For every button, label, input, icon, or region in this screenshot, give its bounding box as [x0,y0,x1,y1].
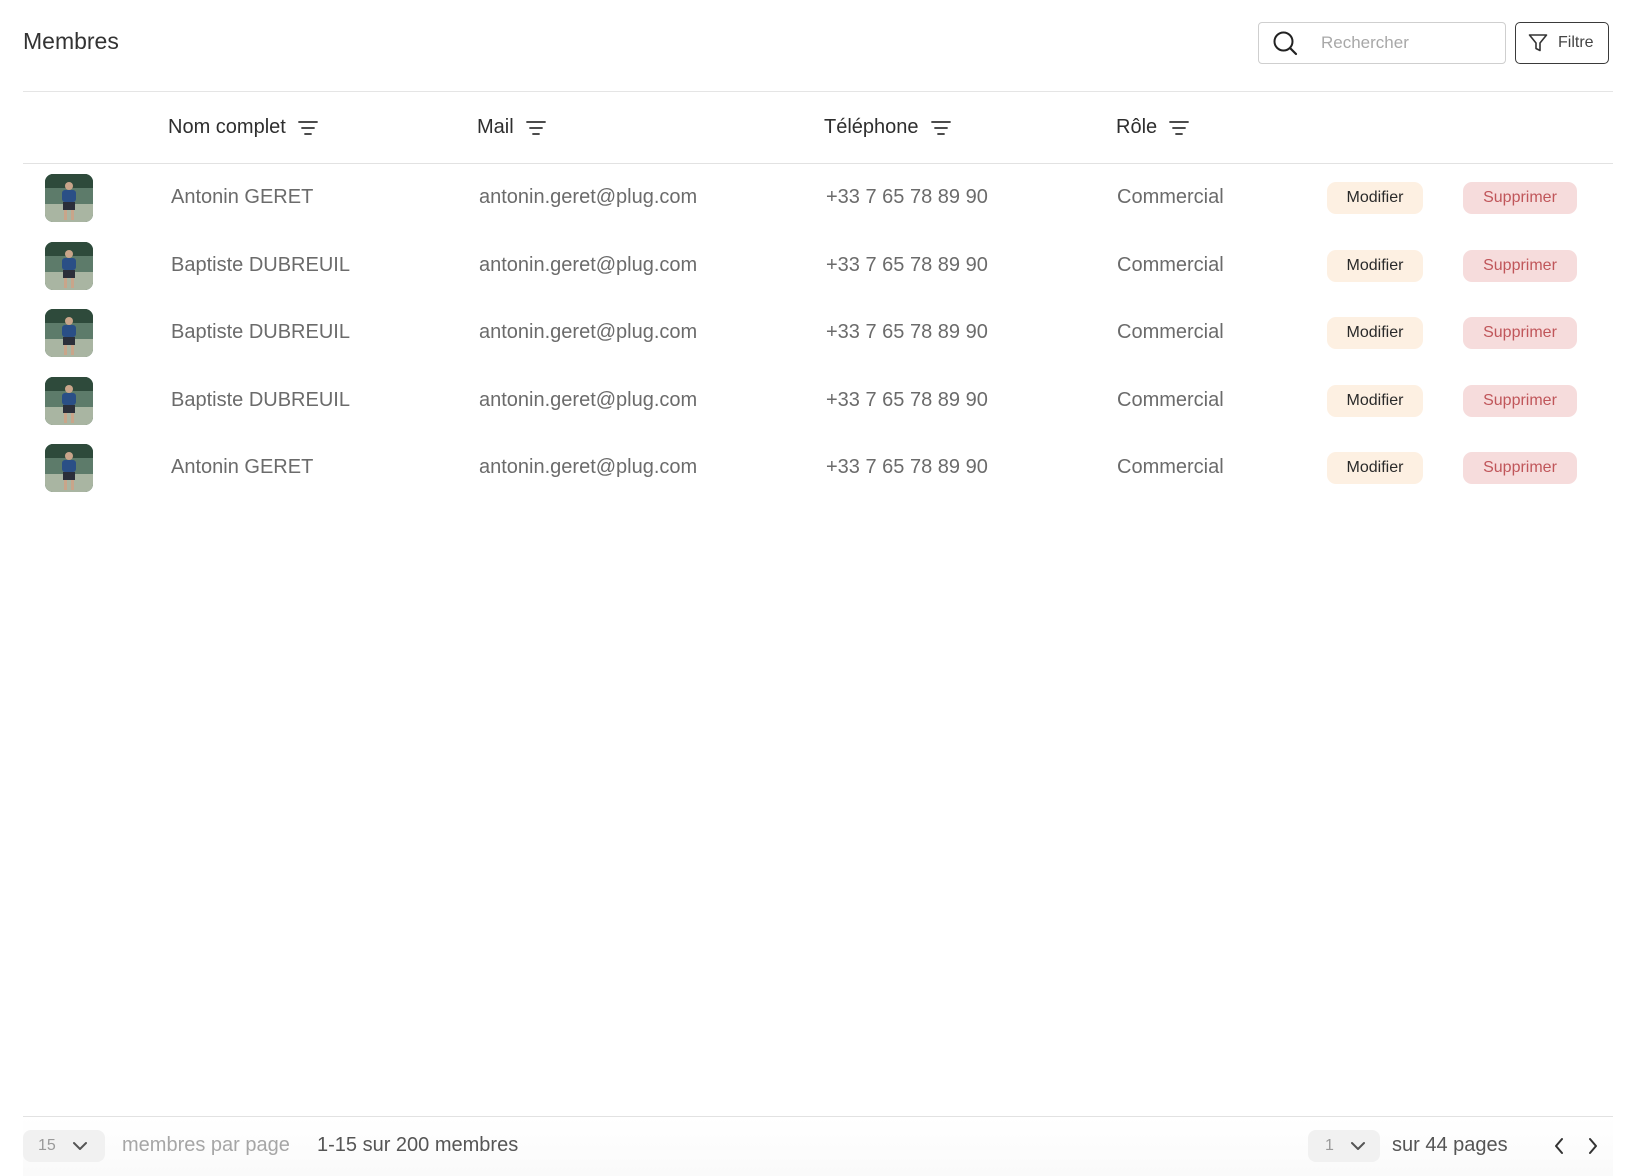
member-mail: antonin.geret@plug.com [479,456,698,478]
column-header-role[interactable]: Rôle [1116,116,1190,139]
member-name: Antonin GERET [171,186,314,208]
table-header: Nom complet Mail Téléphone Rôle [23,92,1613,164]
page-value: 1 [1325,1137,1334,1154]
member-mail: antonin.geret@plug.com [479,186,698,208]
member-role: Commercial [1117,253,1224,276]
avatar [45,174,93,222]
column-header-name[interactable]: Nom complet [168,116,318,139]
page-title: Membres [23,28,119,54]
column-header-label: Nom complet [168,116,286,138]
prev-page-button[interactable] [1547,1133,1571,1159]
search-box[interactable] [1258,22,1506,64]
member-name: Antonin GERET [171,456,314,478]
member-phone: +33 7 65 78 89 90 [826,321,988,343]
chevron-down-icon [72,1141,88,1151]
column-header-label: Mail [477,116,514,138]
modify-button[interactable]: Modifier [1327,182,1423,214]
range-text: 1-15 sur 200 membres [317,1134,519,1156]
member-mail: antonin.geret@plug.com [479,388,698,411]
column-header-label: Rôle [1116,116,1158,138]
delete-button[interactable]: Supprimer [1463,384,1577,417]
search-icon [1271,29,1299,57]
pages-label: sur 44 pages [1392,1134,1508,1156]
filter-button-label: Filtre [1558,34,1594,51]
member-phone: +33 7 65 78 89 90 [826,388,988,411]
page-select[interactable]: 1 [1308,1130,1380,1162]
search-input[interactable] [1321,33,1491,53]
per-page-select[interactable]: 15 [23,1130,105,1162]
table-row: Baptiste DUBREUIL antonin.geret@plug.com… [23,367,1613,435]
column-header-label: Téléphone [824,116,919,138]
member-name: Baptiste DUBREUIL [171,321,350,343]
modify-button[interactable]: Modifier [1327,249,1423,282]
pagination-footer: 15 membres par page 1-15 sur 200 membres… [23,1116,1613,1176]
member-name: Baptiste DUBREUIL [171,388,350,411]
member-role: Commercial [1117,388,1224,411]
column-header-mail[interactable]: Mail [477,116,546,139]
delete-button[interactable]: Supprimer [1463,249,1577,282]
delete-button[interactable]: Supprimer [1463,182,1577,214]
chevron-left-icon [1553,1137,1565,1155]
per-page-label: membres par page [122,1134,290,1156]
per-page-value: 15 [38,1137,56,1154]
avatar [45,241,93,290]
modify-button[interactable]: Modifier [1327,317,1423,349]
member-phone: +33 7 65 78 89 90 [826,456,988,478]
member-phone: +33 7 65 78 89 90 [826,186,988,208]
member-role: Commercial [1117,321,1224,343]
member-name: Baptiste DUBREUIL [171,253,350,276]
member-role: Commercial [1117,456,1224,478]
modify-button[interactable]: Modifier [1327,452,1423,484]
member-mail: antonin.geret@plug.com [479,321,698,343]
table-row: Antonin GERET antonin.geret@plug.com +33… [23,434,1613,502]
member-role: Commercial [1117,186,1224,208]
member-mail: antonin.geret@plug.com [479,253,698,276]
avatar [45,309,93,357]
table-body: Antonin GERET antonin.geret@plug.com +33… [23,164,1613,502]
member-phone: +33 7 65 78 89 90 [826,253,988,276]
chevron-down-icon [1350,1141,1366,1151]
column-header-phone[interactable]: Téléphone [824,116,951,139]
modify-button[interactable]: Modifier [1327,384,1423,417]
delete-button[interactable]: Supprimer [1463,452,1577,484]
avatar [45,376,93,425]
sort-lines-icon[interactable] [930,120,951,136]
sort-lines-icon[interactable] [297,120,318,136]
page-header: Membres Filtre [23,0,1613,92]
delete-button[interactable]: Supprimer [1463,317,1577,349]
filter-button[interactable]: Filtre [1515,22,1609,64]
table-row: Baptiste DUBREUIL antonin.geret@plug.com… [23,299,1613,367]
avatar [45,444,93,492]
table-row: Baptiste DUBREUIL antonin.geret@plug.com… [23,232,1613,300]
next-page-button[interactable] [1581,1133,1605,1159]
filter-icon [1528,33,1548,53]
sort-lines-icon[interactable] [525,120,546,136]
table-row: Antonin GERET antonin.geret@plug.com +33… [23,164,1613,232]
sort-lines-icon[interactable] [1169,120,1190,136]
chevron-right-icon [1587,1137,1599,1155]
